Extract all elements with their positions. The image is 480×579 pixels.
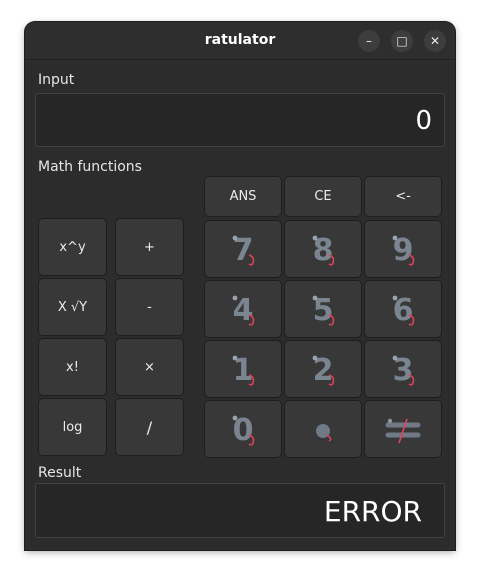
rat-digit-icon: 3 — [392, 353, 415, 388]
multiply-button[interactable]: × — [115, 338, 184, 396]
math-functions-label: Math functions — [38, 159, 142, 175]
digit-button-7[interactable]: 7 — [204, 220, 282, 278]
rat-ear-icon — [312, 355, 318, 361]
add-button[interactable]: + — [115, 218, 184, 276]
app-window: ratulator – □ ✕ Input 0 Math functions A… — [25, 22, 455, 550]
rat-ear-icon — [232, 235, 238, 241]
minimize-button[interactable]: – — [358, 30, 380, 52]
power-button[interactable]: x^y — [38, 218, 107, 276]
decimal-point-button[interactable] — [284, 400, 362, 458]
digit-button-5[interactable]: 5 — [284, 280, 362, 338]
rat-digit-icon: 4 — [232, 293, 255, 328]
rat-digit-icon: 6 — [392, 293, 415, 328]
digit-button-8[interactable]: 8 — [284, 220, 362, 278]
equals-rat-icon — [385, 418, 421, 444]
factorial-button[interactable]: x! — [38, 338, 107, 396]
log-button[interactable]: log — [38, 398, 107, 456]
digit-button-0[interactable]: 0 — [204, 400, 282, 458]
backspace-button[interactable]: <- — [364, 176, 442, 217]
rat-ear-icon — [312, 235, 318, 241]
ans-button[interactable]: ANS — [204, 176, 282, 217]
rat-digit-icon: 8 — [312, 233, 335, 268]
rat-digit-icon: 1 — [232, 353, 255, 388]
titlebar: ratulator – □ ✕ — [25, 22, 455, 60]
rat-ear-icon — [232, 415, 238, 421]
maximize-button[interactable]: □ — [391, 30, 413, 52]
digit-button-2[interactable]: 2 — [284, 340, 362, 398]
ce-button[interactable]: CE — [284, 176, 362, 217]
digit-button-1[interactable]: 1 — [204, 340, 282, 398]
digit-button-3[interactable]: 3 — [364, 340, 442, 398]
rat-ear-icon — [392, 235, 398, 241]
rat-digit-icon: 9 — [392, 233, 415, 268]
subtract-button[interactable]: - — [115, 278, 184, 336]
equals-button[interactable] — [364, 400, 442, 458]
result-display: ERROR — [35, 483, 445, 538]
input-display[interactable]: 0 — [35, 93, 445, 147]
root-button[interactable]: X √Y — [38, 278, 107, 336]
rat-ear-icon — [232, 355, 238, 361]
digit-button-6[interactable]: 6 — [364, 280, 442, 338]
decimal-rat-icon — [316, 424, 332, 442]
digit-button-4[interactable]: 4 — [204, 280, 282, 338]
rat-ear-icon — [392, 295, 398, 301]
input-label: Input — [38, 72, 75, 88]
rat-ear-icon — [312, 295, 318, 301]
rat-digit-icon: 7 — [232, 233, 255, 268]
rat-digit-icon: 5 — [312, 293, 335, 328]
rat-ear-icon — [392, 355, 398, 361]
rat-digit-icon: 2 — [312, 353, 335, 388]
rat-digit-icon: 0 — [232, 413, 255, 448]
rat-ear-icon — [232, 295, 238, 301]
close-button[interactable]: ✕ — [424, 30, 446, 52]
digit-button-9[interactable]: 9 — [364, 220, 442, 278]
result-label: Result — [38, 465, 82, 481]
divide-button[interactable]: / — [115, 398, 184, 456]
